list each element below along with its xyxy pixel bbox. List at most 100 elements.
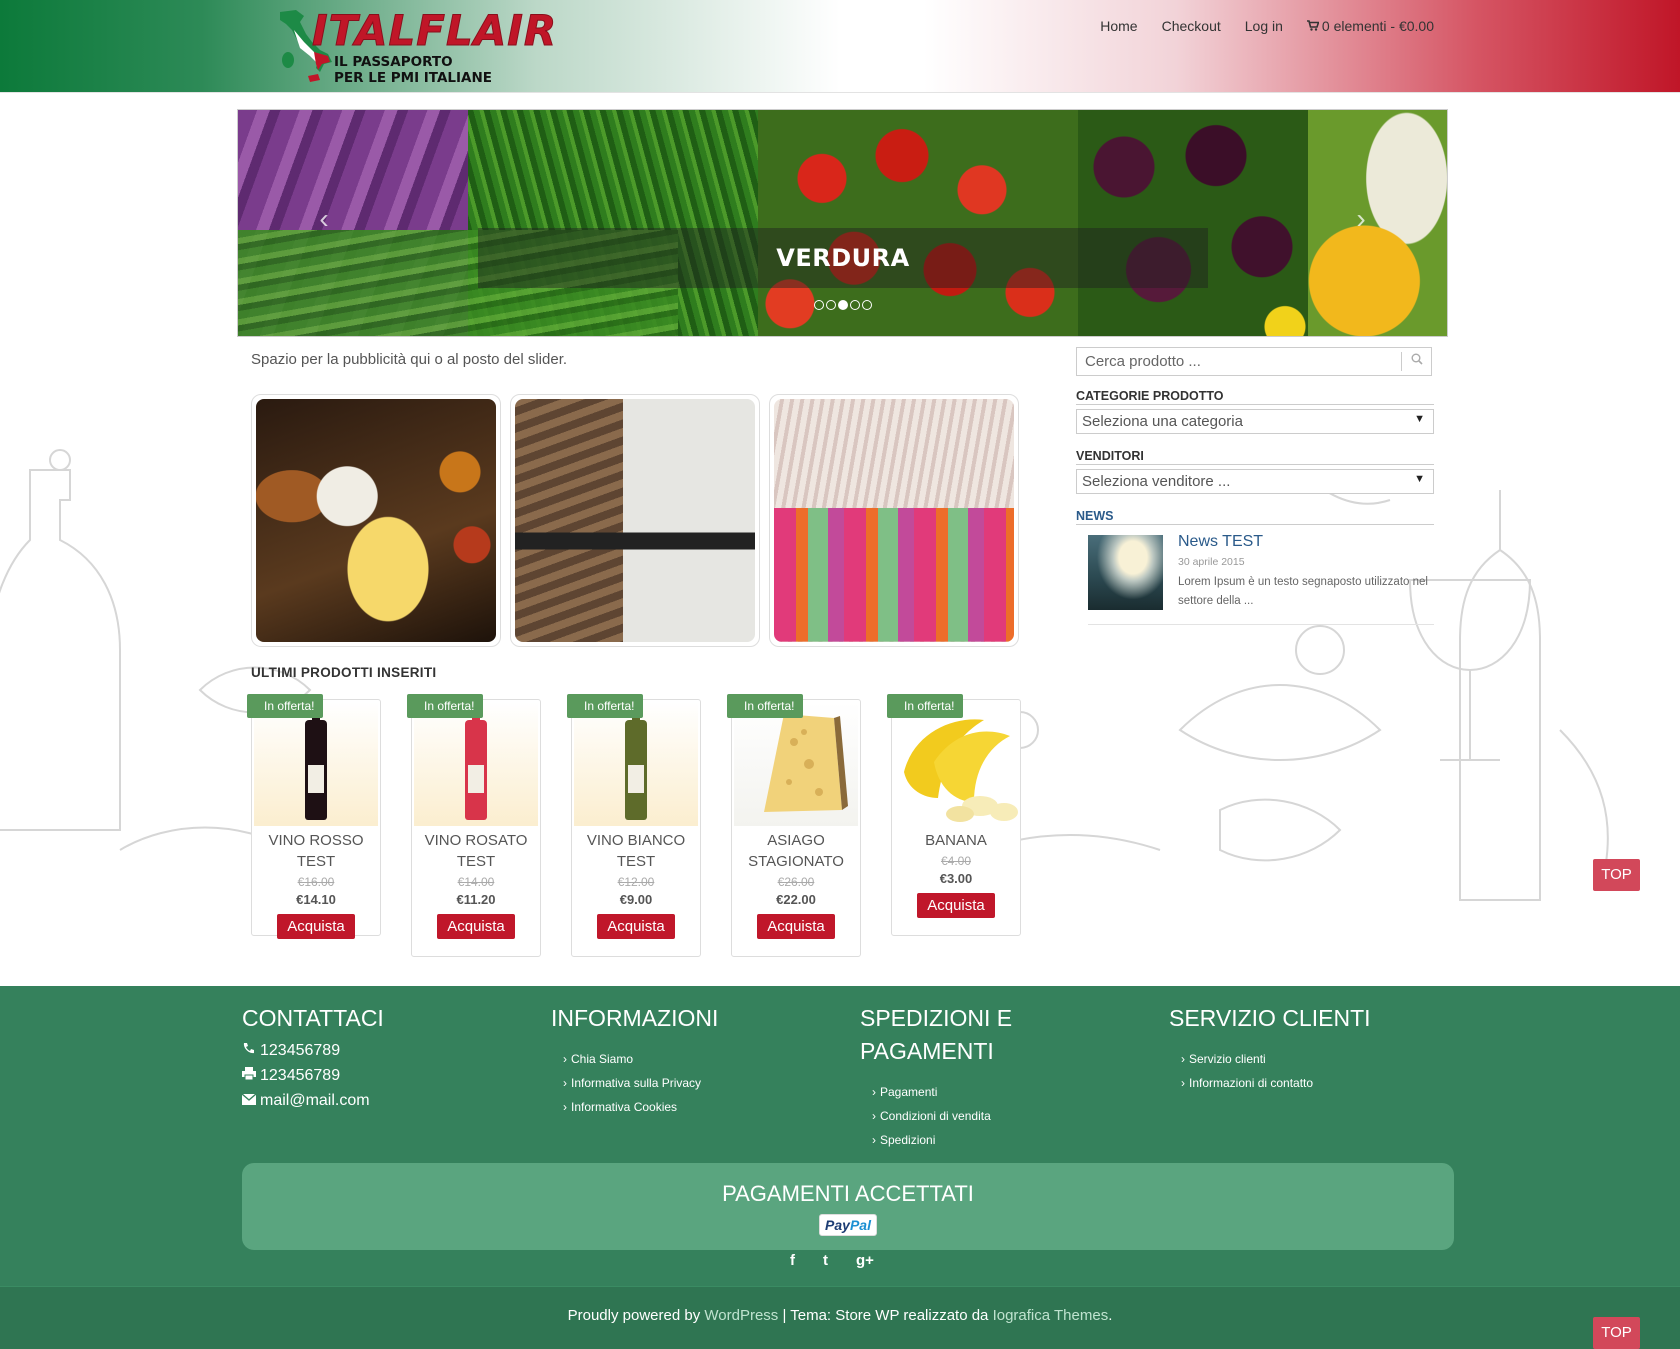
footer-link-customer-service[interactable]: Servizio clienti [1181, 1047, 1439, 1071]
buy-button[interactable]: Acquista [437, 914, 515, 939]
category-select-value: Seleziona una categoria [1082, 413, 1243, 430]
footer-link-cookies[interactable]: Informativa Cookies [563, 1095, 821, 1119]
product-card[interactable]: In offerta! VINO ROSATO TEST €14.00 €11.… [407, 694, 541, 957]
cart-icon [1306, 19, 1320, 34]
social-links: f t g+ [790, 1252, 874, 1269]
search-icon[interactable] [1401, 352, 1431, 371]
site-header: ITALFLAIR IL PASSAPORTO PER LE PMI ITALI… [0, 0, 1680, 93]
product-price: €11.20 [456, 892, 496, 907]
cheese-image [764, 714, 848, 812]
google-plus-icon[interactable]: g+ [856, 1252, 874, 1269]
nav-login[interactable]: Log in [1245, 18, 1283, 34]
news-thumbnail[interactable] [1088, 535, 1163, 610]
product-name[interactable]: VINO ROSSO TEST [252, 830, 380, 872]
footer-link-contact-info[interactable]: Informazioni di contatto [1181, 1071, 1439, 1095]
footer-link-terms[interactable]: Condizioni di vendita [872, 1104, 1060, 1128]
category-tile-food[interactable] [251, 394, 501, 647]
slider-dot[interactable] [850, 300, 860, 310]
footer-title-info: INFORMAZIONI [551, 1005, 719, 1031]
sale-badge: In offerta! [567, 694, 644, 718]
ad-placeholder-text: Spazio per la pubblicità qui o al posto … [251, 351, 568, 368]
slider-dot[interactable] [826, 300, 836, 310]
widget-title-vendors: VENDITORI [1076, 449, 1434, 465]
product-card[interactable]: In offerta! BANANA €4.00 €3.00 Acquista [887, 694, 1021, 936]
buy-button[interactable]: Acquista [917, 893, 995, 918]
banana-image [904, 719, 1018, 822]
envelope-icon [241, 1089, 260, 1113]
logo-tagline-1: IL PASSAPORTO [334, 54, 453, 70]
product-card[interactable]: In offerta! VINO BIANCO TEST €12.00 €9.0… [567, 694, 701, 957]
slider-dot[interactable] [862, 300, 872, 310]
scroll-top-button[interactable]: TOP [1593, 859, 1640, 891]
footer-link-payments[interactable]: Pagamenti [872, 1080, 1060, 1104]
slider-dot[interactable] [814, 300, 824, 310]
buy-button[interactable]: Acquista [597, 914, 675, 939]
product-name[interactable]: ASIAGO STAGIONATO [732, 830, 860, 872]
twitter-icon[interactable]: t [823, 1252, 828, 1269]
contact-phone[interactable]: 123456789 [260, 1042, 340, 1059]
dropdown-caret-icon: ▼ [1414, 473, 1425, 485]
product-card[interactable]: In offerta! VINO ROSSO TEST €16.00 €14.1… [247, 694, 381, 939]
iografica-link[interactable]: Iografica Themes [993, 1307, 1109, 1324]
search-placeholder: Cerca prodotto ... [1085, 353, 1201, 370]
product-old-price: €16.00 [297, 875, 335, 889]
nav-cart[interactable]: 0 elementi - €0.00 [1306, 18, 1434, 34]
product-price: €9.00 [619, 892, 653, 907]
category-tile-fashion[interactable] [769, 394, 1019, 647]
product-name[interactable]: VINO BIANCO TEST [572, 830, 700, 872]
product-search-input[interactable]: Cerca prodotto ... [1076, 347, 1432, 376]
slider-prev-arrow[interactable]: ‹ [314, 204, 334, 234]
contact-fax: 123456789 [260, 1067, 341, 1084]
logo-title: ITALFLAIR [311, 6, 558, 56]
news-title[interactable]: News TEST [1178, 533, 1263, 551]
product-image[interactable] [254, 702, 378, 826]
nav-home[interactable]: Home [1100, 18, 1137, 34]
widget-title-categories: CATEGORIE PRODOTTO [1076, 389, 1434, 405]
product-image[interactable] [734, 702, 858, 826]
vendor-select[interactable]: Seleziona venditore ... ▼ [1076, 469, 1434, 494]
credits-bar: Proudly powered by WordPress | Tema: Sto… [0, 1286, 1680, 1349]
buy-button[interactable]: Acquista [757, 914, 835, 939]
scroll-top-button-bottom[interactable]: TOP [1593, 1317, 1640, 1349]
footer-title-contact: CONTATTACI [242, 1005, 384, 1031]
product-card[interactable]: In offerta! ASIAGO STAGIONATO €26.00 €22… [727, 694, 861, 957]
footer-title-service: SERVIZIO CLIENTI [1169, 1005, 1371, 1031]
product-old-price: €26.00 [777, 875, 815, 889]
slider-dots [814, 300, 872, 310]
product-name[interactable]: VINO ROSATO TEST [412, 830, 540, 872]
news-date: 30 aprile 2015 [1178, 556, 1245, 568]
product-image[interactable] [894, 702, 1018, 826]
hero-slider[interactable]: ‹ › VERDURA [237, 109, 1448, 337]
main-nav: Home Checkout Log in 0 elementi - €0.00 [1100, 18, 1434, 34]
fax-icon [242, 1064, 260, 1088]
contact-email[interactable]: mail@mail.com [260, 1092, 370, 1109]
product-image[interactable] [574, 702, 698, 826]
vendor-select-value: Seleziona venditore ... [1082, 473, 1231, 490]
logo-tagline-2: PER LE PMI ITALIANE [334, 70, 493, 86]
footer-link-privacy[interactable]: Informativa sulla Privacy [563, 1071, 821, 1095]
buy-button[interactable]: Acquista [277, 914, 355, 939]
dropdown-caret-icon: ▼ [1414, 413, 1425, 425]
phone-icon [242, 1039, 260, 1063]
product-old-price: €12.00 [617, 875, 655, 889]
slider-next-arrow[interactable]: › [1351, 204, 1371, 234]
footer-link-shipping[interactable]: Spedizioni [872, 1128, 1060, 1152]
facebook-icon[interactable]: f [790, 1252, 795, 1269]
category-tile-home[interactable] [510, 394, 760, 647]
site-logo[interactable]: ITALFLAIR IL PASSAPORTO PER LE PMI ITALI… [272, 6, 557, 88]
product-name[interactable]: BANANA [892, 830, 1020, 851]
nav-checkout[interactable]: Checkout [1162, 18, 1221, 34]
paypal-logo: PayPal [819, 1214, 877, 1236]
footer-link-about[interactable]: Chia Siamo [563, 1047, 821, 1071]
news-item[interactable]: News TEST 30 aprile 2015 Lorem Ipsum è u… [1088, 533, 1434, 625]
category-select[interactable]: Seleziona una categoria ▼ [1076, 409, 1434, 434]
product-old-price: €14.00 [457, 875, 495, 889]
slider-dot[interactable] [838, 300, 848, 310]
product-image[interactable] [414, 702, 538, 826]
product-price: €3.00 [939, 871, 973, 886]
footer-contact: CONTATTACI 123456789 123456789 mail@mail… [241, 1002, 512, 1113]
wordpress-link[interactable]: WordPress [704, 1307, 778, 1324]
section-title-latest-products: ULTIMI PRODOTTI INSERITI [251, 665, 437, 680]
cart-summary: 0 elementi - €0.00 [1321, 18, 1434, 34]
product-price: €14.10 [296, 892, 336, 907]
